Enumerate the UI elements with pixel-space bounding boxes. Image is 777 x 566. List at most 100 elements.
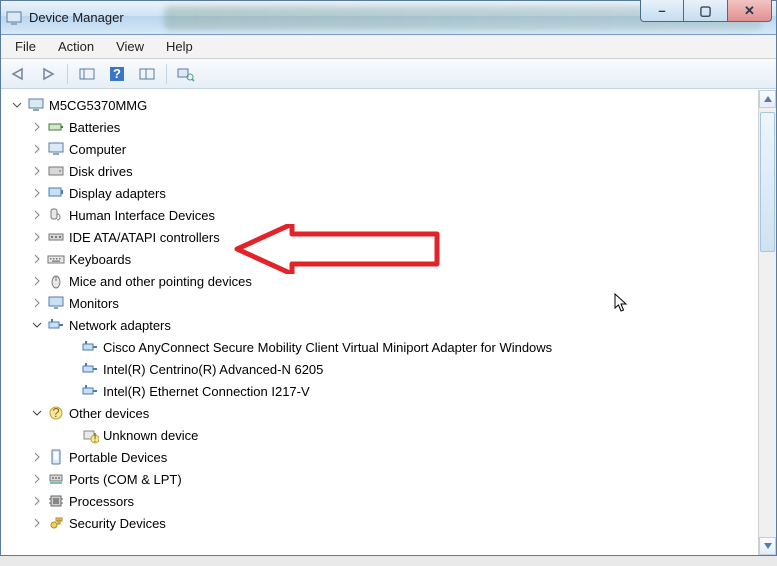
ide-controller-icon: [47, 228, 65, 246]
maximize-button[interactable]: ▢: [684, 0, 728, 22]
tree-node[interactable]: Security Devices: [9, 512, 758, 534]
help-button[interactable]: ?: [106, 63, 128, 85]
device-manager-window: Device Manager – ▢ ✕ File Action View He…: [0, 0, 777, 556]
tree-leaf[interactable]: Cisco AnyConnect Secure Mobility Client …: [9, 336, 758, 358]
expander-open-icon[interactable]: [31, 407, 43, 419]
tree-root[interactable]: M5CG5370MMG: [9, 94, 758, 116]
expander-closed-icon[interactable]: [31, 143, 43, 155]
tree-node-label: Display adapters: [69, 186, 166, 201]
scroll-up-button[interactable]: [759, 90, 776, 108]
tree-node[interactable]: Display adapters: [9, 182, 758, 204]
expander-open-icon[interactable]: [31, 319, 43, 331]
expander-closed-icon[interactable]: [31, 495, 43, 507]
content-area: M5CG5370MMG Batteries Computer Disk driv…: [1, 89, 776, 555]
computer-root-icon: [27, 96, 45, 114]
expander-none: [65, 363, 77, 375]
computer-icon: [47, 140, 65, 158]
device-tree[interactable]: M5CG5370MMG Batteries Computer Disk driv…: [1, 90, 758, 555]
tree-leaf-label: Intel(R) Centrino(R) Advanced-N 6205: [103, 362, 323, 377]
toolbar-separator: [166, 64, 167, 84]
tree-node[interactable]: Batteries: [9, 116, 758, 138]
tree-node[interactable]: Human Interface Devices: [9, 204, 758, 226]
tree-leaf[interactable]: Intel(R) Ethernet Connection I217-V: [9, 380, 758, 402]
minimize-glyph: –: [658, 3, 665, 18]
vertical-scrollbar[interactable]: [758, 90, 776, 555]
tree-root-label: M5CG5370MMG: [49, 98, 147, 113]
expander-closed-icon[interactable]: [31, 165, 43, 177]
scan-hardware-button[interactable]: [175, 63, 197, 85]
forward-nav-icon: [40, 67, 56, 81]
properties-button[interactable]: [136, 63, 158, 85]
scroll-down-button[interactable]: [759, 537, 776, 555]
expander-closed-icon[interactable]: [31, 187, 43, 199]
tree-node[interactable]: ? Other devices: [9, 402, 758, 424]
svg-text:?: ?: [52, 405, 59, 420]
back-button[interactable]: [7, 63, 29, 85]
menu-file[interactable]: File: [5, 37, 46, 56]
menu-view[interactable]: View: [106, 37, 154, 56]
tree-node[interactable]: Keyboards: [9, 248, 758, 270]
expander-closed-icon[interactable]: [31, 253, 43, 265]
svg-text:?: ?: [113, 66, 121, 81]
expander-closed-icon[interactable]: [31, 297, 43, 309]
menubar: File Action View Help: [1, 35, 776, 59]
monitor-icon: [47, 294, 65, 312]
battery-icon: [47, 118, 65, 136]
tree-node-label: Security Devices: [69, 516, 166, 531]
expander-none: [65, 429, 77, 441]
tree-node[interactable]: Monitors: [9, 292, 758, 314]
tree-node[interactable]: Computer: [9, 138, 758, 160]
titlebar[interactable]: Device Manager – ▢ ✕: [1, 1, 776, 35]
show-hidden-icon: [79, 67, 95, 81]
tree-node[interactable]: Disk drives: [9, 160, 758, 182]
statusbar: [0, 556, 777, 566]
forward-button[interactable]: [37, 63, 59, 85]
expander-closed-icon[interactable]: [31, 517, 43, 529]
expander-closed-icon[interactable]: [31, 121, 43, 133]
tree-node-label: IDE ATA/ATAPI controllers: [69, 230, 220, 245]
port-icon: [47, 470, 65, 488]
minimize-button[interactable]: –: [640, 0, 684, 22]
display-adapter-icon: [47, 184, 65, 202]
menu-action[interactable]: Action: [48, 37, 104, 56]
processor-icon: [47, 492, 65, 510]
network-adapter-icon: [81, 382, 99, 400]
tree-node[interactable]: Ports (COM & LPT): [9, 468, 758, 490]
tree-node-label: Disk drives: [69, 164, 133, 179]
tree-node-label: Ports (COM & LPT): [69, 472, 182, 487]
unknown-device-icon: !: [81, 426, 99, 444]
tree-node-label: Human Interface Devices: [69, 208, 215, 223]
tree-leaf[interactable]: ! Unknown device: [9, 424, 758, 446]
expander-closed-icon[interactable]: [31, 209, 43, 221]
scroll-thumb[interactable]: [760, 112, 775, 252]
help-icon: ?: [109, 66, 125, 82]
security-device-icon: [47, 514, 65, 532]
expander-closed-icon[interactable]: [31, 451, 43, 463]
expander-closed-icon[interactable]: [31, 473, 43, 485]
tree-node-label: Network adapters: [69, 318, 171, 333]
toolbar: ?: [1, 59, 776, 89]
tree-node[interactable]: Network adapters: [9, 314, 758, 336]
tree-node[interactable]: Portable Devices: [9, 446, 758, 468]
expander-closed-icon[interactable]: [31, 275, 43, 287]
toolbar-separator: [67, 64, 68, 84]
tree-node[interactable]: Processors: [9, 490, 758, 512]
other-devices-icon: ?: [47, 404, 65, 422]
tree-leaf[interactable]: Intel(R) Centrino(R) Advanced-N 6205: [9, 358, 758, 380]
properties-icon: [139, 67, 155, 81]
tree-node-label: Batteries: [69, 120, 120, 135]
tree-node[interactable]: Mice and other pointing devices: [9, 270, 758, 292]
tree-node-label: Mice and other pointing devices: [69, 274, 252, 289]
tree-node-label: Processors: [69, 494, 134, 509]
expander-none: [65, 341, 77, 353]
app-icon: [5, 9, 23, 27]
expander-open-icon[interactable]: [11, 99, 23, 111]
show-hidden-button[interactable]: [76, 63, 98, 85]
tree-node-label: Keyboards: [69, 252, 131, 267]
window-title: Device Manager: [29, 10, 124, 25]
close-button[interactable]: ✕: [728, 0, 772, 22]
menu-help[interactable]: Help: [156, 37, 203, 56]
expander-closed-icon[interactable]: [31, 231, 43, 243]
tree-node[interactable]: IDE ATA/ATAPI controllers: [9, 226, 758, 248]
tree-leaf-label: Unknown device: [103, 428, 198, 443]
